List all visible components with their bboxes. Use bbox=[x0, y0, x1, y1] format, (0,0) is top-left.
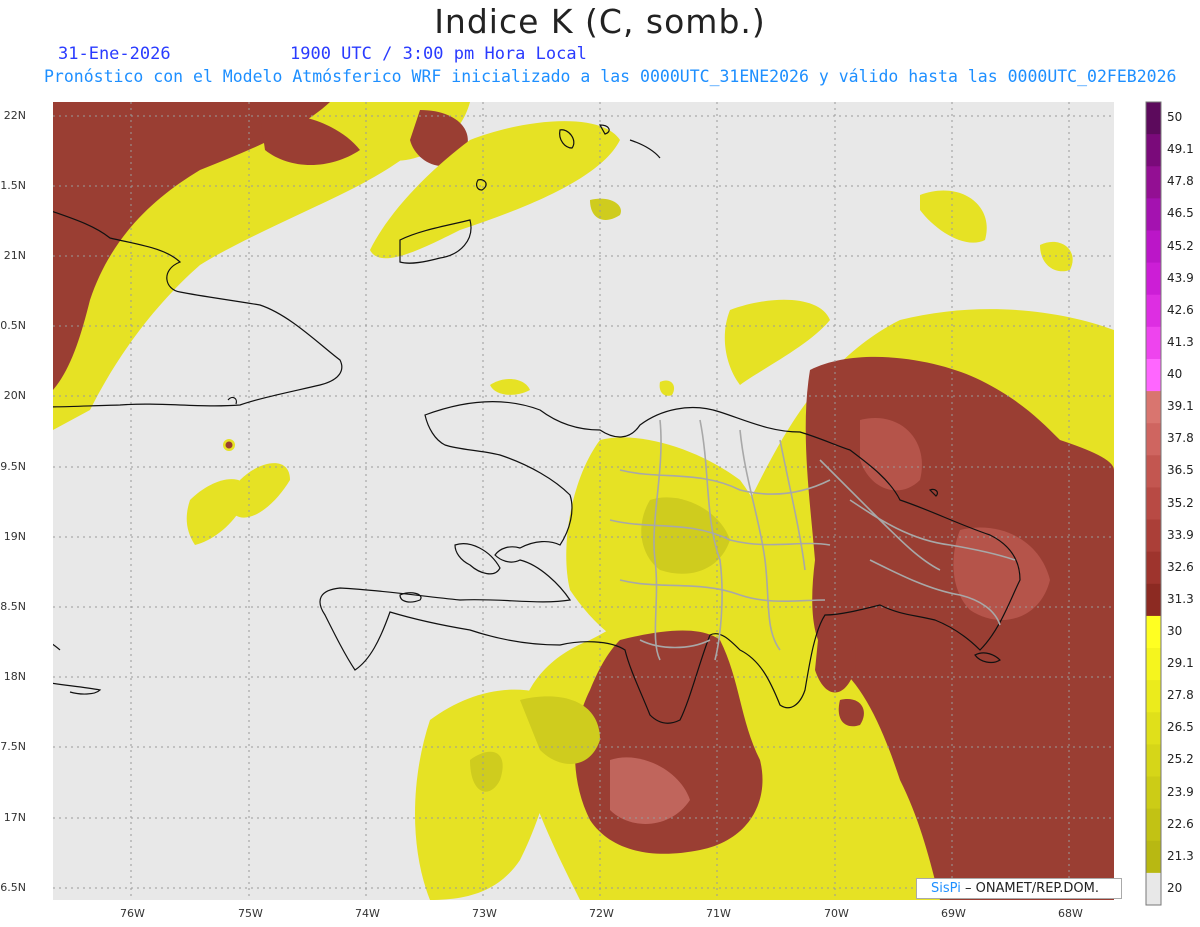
lon-label: 74W bbox=[355, 907, 380, 920]
colorbar-label: 31.3 bbox=[1167, 591, 1194, 606]
colorbar-label: 29.1 bbox=[1167, 656, 1194, 671]
colorbar-label: 25.2 bbox=[1167, 752, 1194, 767]
forecast-date: 31-Ene-2026 bbox=[58, 44, 171, 64]
credit-brand: SisPi bbox=[931, 881, 961, 896]
lat-label: 22N bbox=[3, 109, 26, 122]
lon-label: 71W bbox=[706, 907, 731, 920]
colorbar-label: 26.5 bbox=[1167, 720, 1194, 735]
colorbar-label: 40 bbox=[1167, 367, 1183, 382]
colorbar-label: 47.8 bbox=[1167, 174, 1194, 189]
lon-label: 70W bbox=[824, 907, 849, 920]
lat-label: 20N bbox=[3, 389, 26, 402]
colorbar-label: 45.2 bbox=[1167, 238, 1194, 253]
lat-label: 6.5N bbox=[0, 881, 26, 894]
colorbar-label: 39.1 bbox=[1167, 399, 1194, 414]
lon-label: 75W bbox=[238, 907, 263, 920]
credit-box: SisPi – ONAMET/REP.DOM. bbox=[916, 878, 1122, 899]
lat-label: 9.5N bbox=[0, 460, 26, 473]
lat-label: 19N bbox=[3, 530, 26, 543]
colorbar-label: 36.5 bbox=[1167, 463, 1194, 478]
lat-label: 8.5N bbox=[0, 600, 26, 613]
forecast-map bbox=[53, 102, 1114, 900]
colorbar-label: 22.6 bbox=[1167, 816, 1194, 831]
colorbar-label: 21.3 bbox=[1167, 848, 1194, 863]
colorbar-label: 32.6 bbox=[1167, 559, 1194, 574]
colorbar-label: 46.5 bbox=[1167, 206, 1194, 221]
lon-label: 68W bbox=[1058, 907, 1083, 920]
lat-label: 21N bbox=[3, 249, 26, 262]
lat-label: 7.5N bbox=[0, 740, 26, 753]
lon-label: 73W bbox=[472, 907, 497, 920]
colorbar-label: 42.6 bbox=[1167, 302, 1194, 317]
colorbar-label: 33.9 bbox=[1167, 527, 1194, 542]
lon-label: 76W bbox=[120, 907, 145, 920]
lat-label: 1.5N bbox=[0, 179, 26, 192]
colorbar-label: 37.8 bbox=[1167, 431, 1194, 446]
lon-label: 69W bbox=[941, 907, 966, 920]
lat-label: 17N bbox=[3, 811, 26, 824]
forecast-time: 1900 UTC / 3:00 pm Hora Local bbox=[290, 44, 587, 64]
colorbar-label: 35.2 bbox=[1167, 495, 1194, 510]
colorbar-label: 27.8 bbox=[1167, 688, 1194, 703]
colorbar-label: 49.1 bbox=[1167, 142, 1194, 157]
colorbar-label: 20 bbox=[1167, 880, 1183, 895]
credit-text: – ONAMET/REP.DOM. bbox=[964, 881, 1099, 896]
lon-label: 72W bbox=[589, 907, 614, 920]
colorbar-label: 23.9 bbox=[1167, 784, 1194, 799]
lat-label: 18N bbox=[3, 670, 26, 683]
chart-title: Indice K (C, somb.) bbox=[434, 2, 766, 41]
colorbar-label: 43.9 bbox=[1167, 270, 1194, 285]
lat-label: 0.5N bbox=[0, 319, 26, 332]
colorbar-label: 50 bbox=[1167, 110, 1183, 125]
colorbar-label: 41.3 bbox=[1167, 334, 1194, 349]
model-description: Pronóstico con el Modelo Atmósferico WRF… bbox=[44, 67, 1177, 86]
colorbar-label: 30 bbox=[1167, 623, 1183, 638]
